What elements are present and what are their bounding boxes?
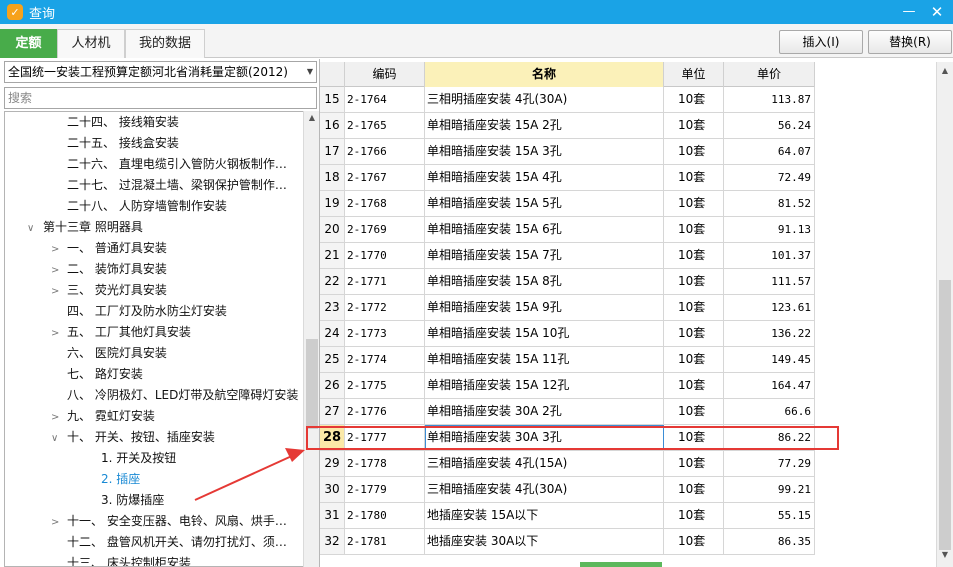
annotation-arrow-icon bbox=[194, 448, 305, 501]
bottom-handle[interactable] bbox=[580, 562, 662, 567]
